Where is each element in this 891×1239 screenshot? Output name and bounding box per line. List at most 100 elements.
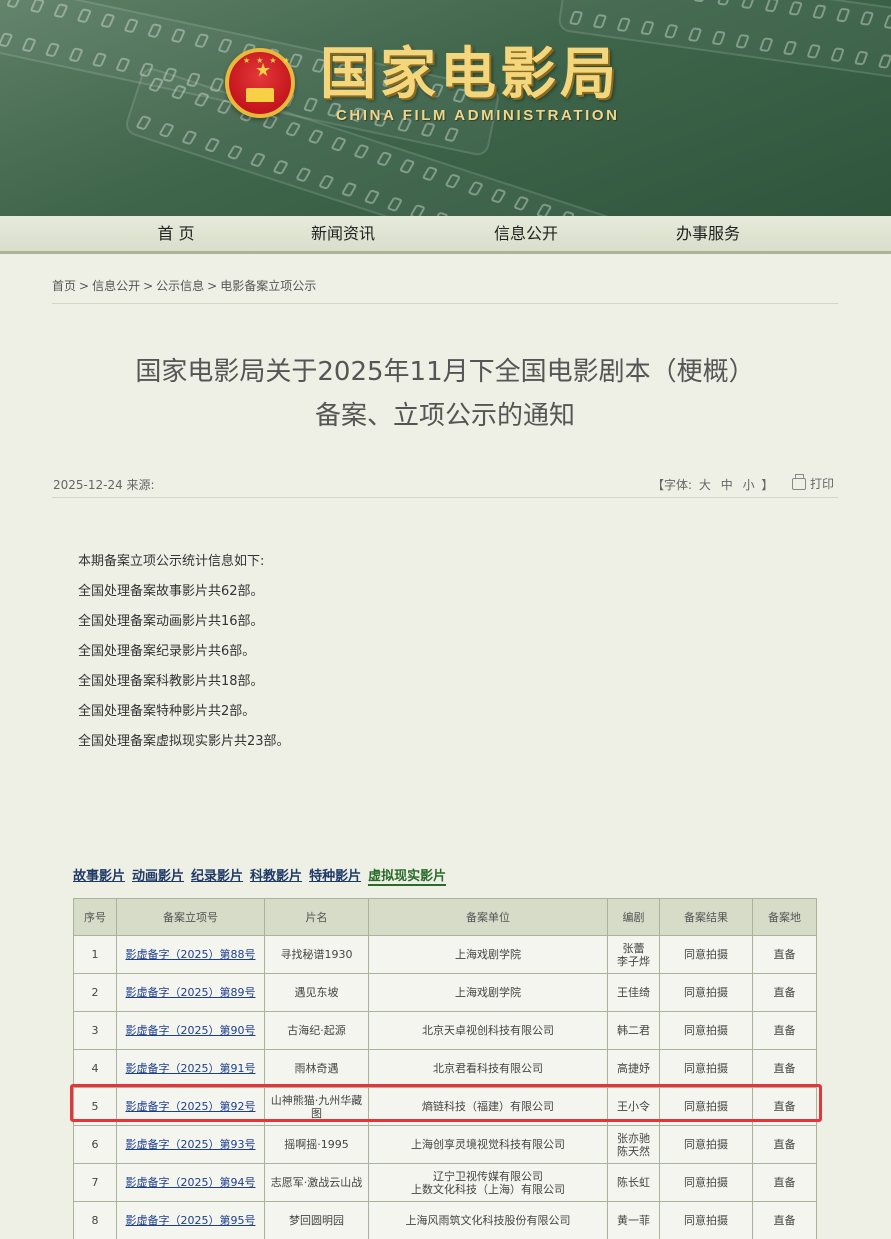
writer-cell-text: 张亦驰 陈天然	[617, 1131, 650, 1158]
writer-cell: 张亦驰 陈天然	[607, 1125, 660, 1164]
filing-result-cell: 同意拍摄	[659, 1163, 753, 1202]
filing-place-cell: 直备	[752, 1011, 817, 1050]
column-header: 序号	[73, 898, 117, 936]
writer-cell-text: 王佳绮	[617, 986, 650, 999]
column-header: 备案立项号	[116, 898, 265, 936]
filing-place-cell-text: 直备	[773, 1138, 796, 1151]
film-name-cell-text: 山神熊猫·九州华藏图	[270, 1093, 363, 1120]
stats-line: 全国处理备案科教影片共18部。	[78, 674, 264, 689]
filing-unit-cell-text: 熵链科技（福建）有限公司	[422, 1100, 554, 1113]
breadcrumb-info-public[interactable]: 信息公开	[92, 279, 140, 293]
filing-place-cell: 直备	[752, 1087, 817, 1126]
filing-place-cell-text: 直备	[773, 1100, 796, 1113]
filing-number-link[interactable]: 影虚备字（2025）第88号	[126, 948, 256, 961]
filing-number-link[interactable]: 影虚备字（2025）第95号	[126, 1214, 256, 1227]
header-banner: ★★★★ ★ 国家电影局 CHINA FILM ADMINISTRATION	[0, 0, 891, 216]
site-subtitle: CHINA FILM ADMINISTRATION	[336, 107, 620, 124]
filing-number-link[interactable]: 影虚备字（2025）第89号	[126, 986, 256, 999]
filing-unit-cell: 熵链科技（福建）有限公司	[368, 1087, 608, 1126]
tab-science-films[interactable]: 科教影片	[250, 865, 302, 886]
filing-unit-cell: 上海创享灵境视觉科技有限公司	[368, 1125, 608, 1164]
tab-story-films[interactable]: 故事影片	[73, 865, 125, 886]
breadcrumb-home[interactable]: 首页	[52, 279, 76, 293]
column-header: 备案地	[752, 898, 817, 936]
filing-number-link[interactable]: 影虚备字（2025）第92号	[126, 1100, 256, 1113]
row-number-cell-text: 8	[91, 1214, 99, 1227]
filing-result-cell: 同意拍摄	[659, 1011, 753, 1050]
film-name-cell: 志愿军·激战云山战	[264, 1163, 369, 1202]
article-date-source: 2025-12-24 来源:	[53, 478, 155, 492]
writer-cell-text: 高捷妤	[617, 1062, 650, 1075]
tab-vr-films[interactable]: 虚拟现实影片	[368, 865, 447, 886]
filing-result-cell: 同意拍摄	[659, 1125, 753, 1164]
filing-unit-cell-text: 上海戏剧学院	[455, 986, 521, 999]
tab-special-films[interactable]: 特种影片	[309, 865, 361, 886]
film-name-cell-text: 寻找秘谱1930	[280, 948, 353, 961]
writer-cell-text: 王小令	[617, 1100, 650, 1113]
film-name-cell: 山神熊猫·九州华藏图	[264, 1087, 369, 1126]
nav-item-news[interactable]: 新闻资讯	[303, 216, 383, 251]
category-tabs: 故事影片 动画影片 纪录影片 科教影片 特种影片 虚拟现实影片	[73, 865, 447, 886]
film-name-cell: 古海纪·起源	[264, 1011, 369, 1050]
table-row: 1 影虚备字（2025）第88号 寻找秘谱1930 上海戏剧学院 张蕾 李子烨 同意拍摄 直…	[73, 935, 817, 974]
filing-number-link[interactable]: 影虚备字（2025）第91号	[126, 1062, 256, 1075]
tab-animation-films[interactable]: 动画影片	[132, 865, 184, 886]
breadcrumb-separator: >	[79, 279, 90, 293]
row-number-cell-text: 7	[91, 1176, 99, 1189]
filing-place-cell: 直备	[752, 1125, 817, 1164]
filing-number-cell: 影虚备字（2025）第90号	[116, 1011, 265, 1050]
breadcrumb-announcements[interactable]: 公示信息	[156, 279, 204, 293]
breadcrumb-separator: >	[143, 279, 154, 293]
row-number-cell-text: 4	[91, 1062, 99, 1075]
film-name-cell: 梦回圆明园	[264, 1201, 369, 1239]
film-name-cell-text: 遇见东坡	[294, 986, 339, 999]
filing-place-cell-text: 直备	[773, 1062, 796, 1075]
row-number-cell: 6	[73, 1125, 117, 1164]
divider	[52, 497, 838, 498]
nav-item-services[interactable]: 办事服务	[668, 216, 748, 251]
table-row: 3 影虚备字（2025）第90号 古海纪·起源 北京天卓视创科技有限公司 韩二君 同意拍摄…	[73, 1011, 817, 1050]
film-name-cell-text: 古海纪·起源	[287, 1024, 346, 1037]
filing-place-cell: 直备	[752, 1201, 817, 1239]
filing-result-cell-text: 同意拍摄	[684, 1100, 728, 1113]
font-size-medium-button[interactable]: 中	[721, 478, 733, 492]
print-button[interactable]: 打印	[792, 473, 834, 492]
table-row: 6 影虚备字（2025）第93号 摇啊摇·1995 上海创享灵境视觉科技有限公司 张亦驰…	[73, 1125, 817, 1164]
filing-unit-cell-text: 上海戏剧学院	[455, 948, 521, 961]
filing-unit-cell-text: 辽宁卫视传媒有限公司 上数文化科技（上海）有限公司	[411, 1169, 565, 1196]
writer-cell: 黄一菲	[607, 1201, 660, 1239]
filing-number-link[interactable]: 影虚备字（2025）第90号	[126, 1024, 256, 1037]
tab-documentary-films[interactable]: 纪录影片	[191, 865, 243, 886]
stats-line: 全国处理备案故事影片共62部。	[78, 584, 264, 599]
filing-result-cell: 同意拍摄	[659, 1049, 753, 1088]
writer-cell: 张蕾 李子烨	[607, 935, 660, 974]
font-size-small-button[interactable]: 小	[743, 478, 755, 492]
national-emblem-icon: ★★★★ ★	[225, 48, 295, 118]
row-number-cell-text: 5	[91, 1100, 99, 1113]
row-number-cell-text: 1	[91, 948, 99, 961]
filing-place-cell: 直备	[752, 1163, 817, 1202]
film-name-cell-text: 梦回圆明园	[289, 1214, 344, 1227]
film-name-cell: 遇见东坡	[264, 973, 369, 1012]
filing-number-link[interactable]: 影虚备字（2025）第94号	[126, 1176, 256, 1189]
filing-unit-cell: 北京君看科技有限公司	[368, 1049, 608, 1088]
filing-place-cell-text: 直备	[773, 948, 796, 961]
filing-number-link[interactable]: 影虚备字（2025）第93号	[126, 1138, 256, 1151]
filing-result-cell-text: 同意拍摄	[684, 948, 728, 961]
font-size-label: 【字体:	[652, 478, 693, 492]
breadcrumb-film-filing[interactable]: 电影备案立项公示	[220, 279, 316, 293]
nav-item-home[interactable]: 首 页	[136, 216, 216, 251]
table-header-row: 序号 备案立项号 片名 备案单位 编剧 备案结果 备案地	[73, 898, 817, 936]
filing-unit-cell: 上海戏剧学院	[368, 973, 608, 1012]
article-title-line1: 国家电影局关于2025年11月下全国电影剧本（梗概）	[135, 357, 755, 387]
filing-unit-cell: 上海风雨筑文化科技股份有限公司	[368, 1201, 608, 1239]
filing-number-cell: 影虚备字（2025）第91号	[116, 1049, 265, 1088]
writer-cell-text: 韩二君	[617, 1024, 650, 1037]
site-title: 国家电影局	[320, 41, 620, 107]
row-number-cell: 7	[73, 1163, 117, 1202]
stats-line: 全国处理备案特种影片共2部。	[78, 704, 256, 719]
font-size-large-button[interactable]: 大	[699, 478, 711, 492]
filing-unit-cell-text: 上海风雨筑文化科技股份有限公司	[405, 1214, 571, 1227]
nav-item-info-public[interactable]: 信息公开	[486, 216, 566, 251]
article-title-line2: 备案、立项公示的通知	[314, 401, 575, 431]
